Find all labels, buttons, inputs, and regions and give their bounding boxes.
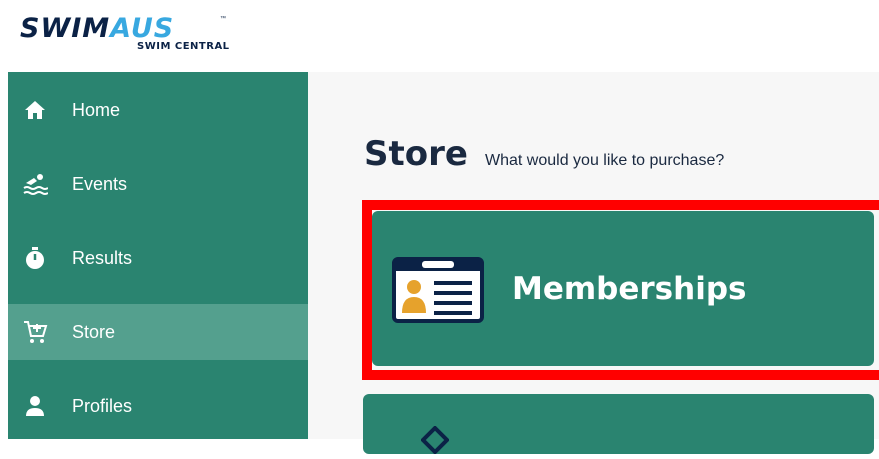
main-content: Store What would you like to purchase? M…	[308, 72, 879, 455]
card-label: Memberships	[512, 271, 747, 307]
sidebar-item-home[interactable]: Home	[8, 82, 308, 138]
store-card-secondary[interactable]	[363, 394, 874, 455]
diamond-icon	[420, 425, 450, 459]
sidebar-item-label: Events	[72, 173, 128, 194]
sidebar-item-label: Store	[72, 321, 116, 342]
memberships-card[interactable]: Memberships	[372, 211, 874, 366]
sidebar-item-label: Home	[72, 99, 121, 120]
logo-aus-text: AUS	[110, 13, 175, 44]
sidebar-item-profiles[interactable]: Profiles	[8, 378, 308, 434]
logo-wordmark: SWIMAUS	[20, 14, 174, 44]
stopwatch-icon	[22, 245, 48, 271]
id-card-icon	[392, 257, 484, 328]
page-subtitle: What would you like to purchase?	[485, 152, 725, 169]
swimaus-logo[interactable]: SWIMAUS ™ SWIM CENTRAL	[20, 14, 230, 60]
sidebar-nav: Home Events Results Store Profiles	[8, 72, 308, 439]
page-title: Store	[364, 134, 468, 174]
sidebar-item-label: Results	[72, 247, 133, 268]
sidebar-item-results[interactable]: Results	[8, 230, 308, 286]
header: SWIMAUS ™ SWIM CENTRAL	[0, 0, 879, 72]
home-icon	[22, 97, 48, 123]
logo-subtitle: SWIM CENTRAL	[137, 41, 230, 52]
sidebar-item-store[interactable]: Store	[8, 304, 308, 360]
logo-trademark: ™	[220, 16, 226, 22]
swimmer-icon	[22, 171, 48, 197]
sidebar-item-events[interactable]: Events	[8, 156, 308, 212]
sidebar-item-label: Profiles	[72, 395, 133, 416]
logo-swim-text: SWIM	[20, 13, 111, 44]
person-icon	[22, 393, 48, 419]
cart-icon	[22, 319, 48, 345]
